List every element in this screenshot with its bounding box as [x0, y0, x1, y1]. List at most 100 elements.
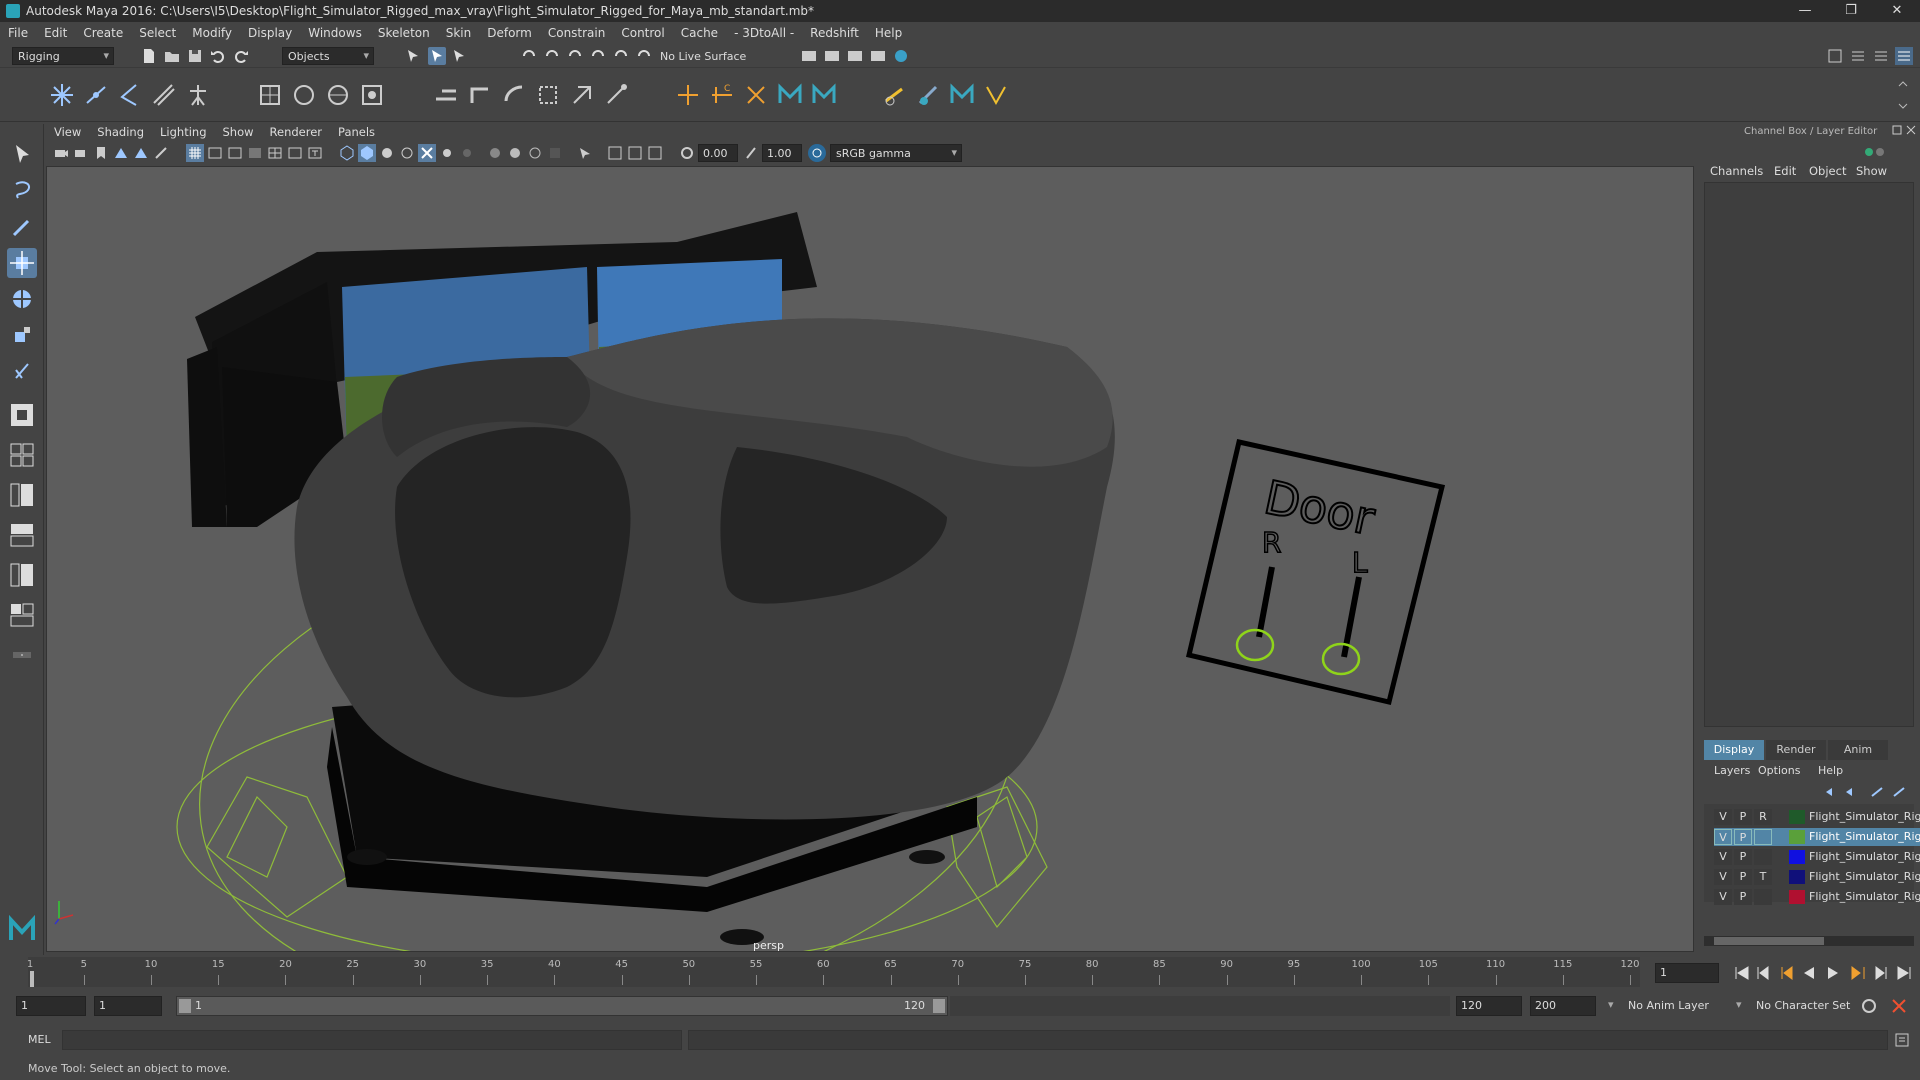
playback-end-field[interactable]: 120 — [1456, 996, 1522, 1016]
move-layer-down-icon[interactable] — [1844, 786, 1860, 798]
move-tool-icon[interactable] — [7, 248, 37, 278]
modeling-toolkit-icon[interactable] — [1826, 47, 1844, 65]
snap-view-icon[interactable] — [589, 47, 607, 65]
single-perspective-layout-icon[interactable] — [7, 400, 37, 430]
menu-create[interactable]: Create — [75, 26, 131, 40]
3dtoall-check-icon[interactable] — [982, 81, 1010, 109]
screen-space-ao-icon[interactable] — [486, 144, 504, 162]
cockpit-shell[interactable] — [294, 318, 1115, 820]
resolution-gate-icon[interactable] — [226, 144, 244, 162]
paint-weights-icon[interactable] — [324, 81, 352, 109]
animation-start-field[interactable]: 1 — [16, 996, 86, 1016]
anim-layer-dropdown[interactable]: No Anim Layer — [1628, 999, 1709, 1012]
snap-vertex-icon[interactable] — [635, 47, 653, 65]
outliner-layout-icon[interactable] — [7, 560, 37, 590]
time-ruler[interactable]: 1 5 10 15 20 25 30 35 40 45 50 55 60 65 70 75 80 85 90 95 10… — [27, 957, 1640, 987]
menu-help[interactable]: Help — [867, 26, 910, 40]
render-view-icon[interactable] — [800, 47, 818, 65]
parent-constraint-icon[interactable] — [568, 81, 596, 109]
xray-joints-icon[interactable] — [646, 144, 664, 162]
layer-playback-toggle[interactable]: P — [1734, 849, 1752, 865]
layer-row[interactable]: V P Flight_Simulator_Rigg — [1714, 848, 1920, 866]
snap-point-icon[interactable] — [566, 47, 584, 65]
film-gate-icon[interactable] — [206, 144, 224, 162]
auto-key-icon[interactable] — [1860, 997, 1878, 1015]
new-layer-selected-icon[interactable] — [1892, 786, 1908, 798]
layer-name[interactable]: Flight_Simulator_Rigg — [1809, 830, 1920, 843]
layer-color-swatch[interactable] — [1789, 850, 1805, 864]
paint-select-tool-icon[interactable] — [7, 212, 37, 242]
aim-constraint-icon[interactable] — [500, 81, 528, 109]
bind-skin-icon[interactable] — [256, 81, 284, 109]
multisample-aa-icon[interactable] — [526, 144, 544, 162]
ik-spline-icon[interactable] — [150, 81, 178, 109]
current-frame-field[interactable]: 1 — [1655, 963, 1719, 983]
snap-surface-icon[interactable] — [612, 47, 630, 65]
menuset-dropdown[interactable]: Rigging — [12, 47, 114, 65]
panel-menu-renderer[interactable]: Renderer — [262, 125, 331, 139]
new-scene-icon[interactable] — [140, 47, 158, 65]
lattice-icon[interactable] — [358, 81, 386, 109]
last-tool-icon[interactable] — [7, 356, 37, 386]
panel-menu-lighting[interactable]: Lighting — [152, 125, 214, 139]
menu-modify[interactable]: Modify — [184, 26, 240, 40]
layer-row[interactable]: V P T Flight_Simulator_Rigg — [1714, 868, 1920, 886]
panel-menu-panels[interactable]: Panels — [330, 125, 383, 139]
layer-row[interactable]: V P Flight_Simulator_Rigg — [1714, 888, 1920, 906]
menu-file[interactable]: File — [0, 26, 36, 40]
gamma-field[interactable]: 1.00 — [762, 144, 802, 162]
select-camera-icon[interactable] — [52, 144, 70, 162]
save-scene-icon[interactable] — [186, 47, 204, 65]
menu-constrain[interactable]: Constrain — [540, 26, 614, 40]
gate-mask-icon[interactable] — [246, 144, 264, 162]
layer-visibility-toggle[interactable]: V — [1714, 869, 1732, 885]
view-transform-dropdown[interactable]: sRGB gamma — [830, 144, 962, 162]
humanik-icon[interactable] — [184, 81, 212, 109]
pole-vector-icon[interactable] — [602, 81, 630, 109]
mel-command-input[interactable] — [62, 1030, 682, 1050]
orient-constraint-icon[interactable] — [432, 81, 460, 109]
layer-name[interactable]: Flight_Simulator_Rigg — [1809, 850, 1920, 863]
snap-grid-icon[interactable] — [520, 47, 538, 65]
textured-icon[interactable] — [418, 144, 436, 162]
scrollbar-thumb[interactable] — [1714, 937, 1824, 945]
grid-toggle-icon[interactable] — [186, 144, 204, 162]
color-management-icon[interactable] — [808, 144, 826, 162]
exposure-icon[interactable] — [678, 144, 696, 162]
layer-playback-toggle[interactable]: P — [1734, 829, 1752, 845]
tab-display[interactable]: Display — [1704, 740, 1764, 760]
layer-row[interactable]: V P Flight_Simulator_Rigg — [1714, 828, 1920, 846]
undo-icon[interactable] — [209, 47, 227, 65]
layer-playback-toggle[interactable]: P — [1734, 809, 1752, 825]
skin-cluster-icon[interactable] — [880, 81, 908, 109]
redo-icon[interactable] — [232, 47, 250, 65]
layer-name[interactable]: Flight_Simulator_Rigg — [1809, 810, 1920, 823]
layer-color-swatch[interactable] — [1789, 870, 1805, 884]
3dtoall-script-icon[interactable] — [776, 81, 804, 109]
safe-title-icon[interactable] — [306, 144, 324, 162]
menu-display[interactable]: Display — [240, 26, 300, 40]
layer-display-type-toggle[interactable]: R — [1754, 809, 1772, 825]
layer-color-swatch[interactable] — [1789, 830, 1805, 844]
insert-joint-icon[interactable] — [82, 81, 110, 109]
object-menu[interactable]: Object — [1809, 164, 1846, 178]
bookmark-icon[interactable] — [92, 144, 110, 162]
show-menu[interactable]: Show — [1856, 164, 1887, 178]
layer-playback-toggle[interactable]: P — [1734, 889, 1752, 905]
options-menu[interactable]: Options — [1758, 764, 1800, 777]
layer-visibility-toggle[interactable]: V — [1714, 889, 1732, 905]
select-hierarchy-icon[interactable] — [405, 47, 423, 65]
layer-visibility-toggle[interactable]: V — [1714, 829, 1732, 845]
exposure-field[interactable]: 0.00 — [698, 144, 738, 162]
layer-visibility-toggle[interactable]: V — [1714, 809, 1732, 825]
ik-handle-icon[interactable] — [116, 81, 144, 109]
hypershade-layout-icon[interactable] — [7, 600, 37, 630]
menu-cache[interactable]: Cache — [673, 26, 726, 40]
layer-display-type-toggle[interactable] — [1754, 849, 1772, 865]
anim-layer-dropdown-arrow[interactable]: ▾ — [1608, 998, 1614, 1011]
live-surface-label[interactable]: No Live Surface — [660, 50, 746, 63]
shelf-scroll-icon[interactable] — [1896, 78, 1910, 112]
door-control-board[interactable]: Door R L — [1185, 439, 1446, 705]
new-empty-layer-icon[interactable] — [1870, 786, 1886, 798]
gamma-icon[interactable] — [742, 144, 760, 162]
